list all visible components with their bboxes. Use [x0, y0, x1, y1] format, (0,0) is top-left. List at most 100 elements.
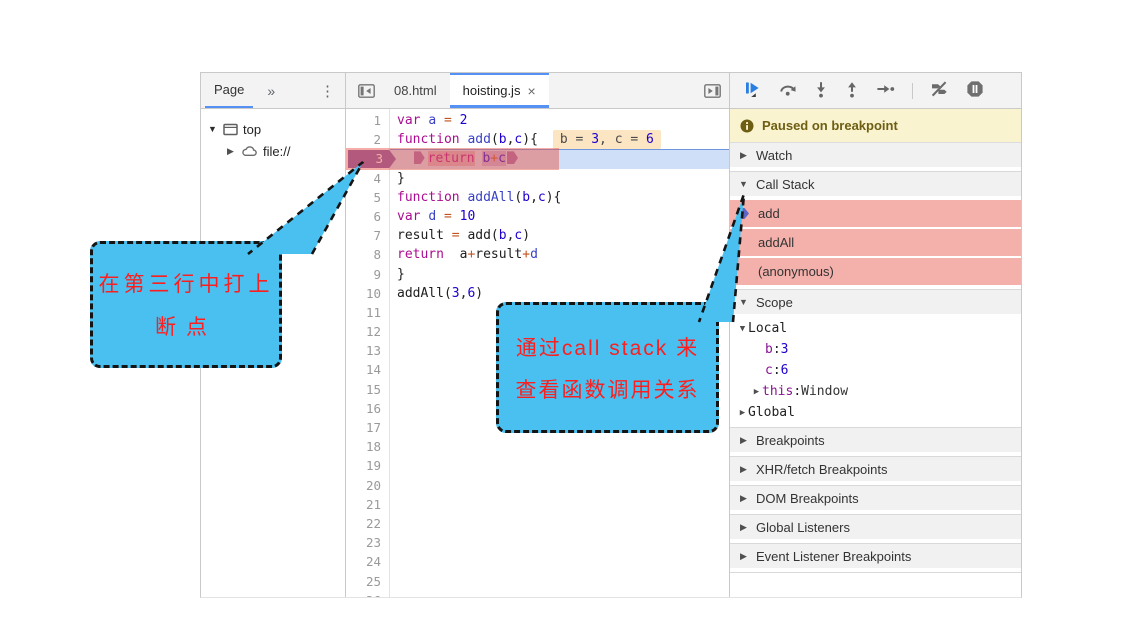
chevron-right-icon: ▶	[738, 464, 749, 475]
code-line: var a = 2	[397, 111, 729, 130]
gutter-line-number[interactable]: 26	[346, 591, 389, 597]
toggle-debugger-icon[interactable]	[704, 84, 721, 98]
section-header[interactable]: ▶DOM Breakpoints	[730, 486, 1021, 510]
scope-group-label: Global	[748, 405, 795, 420]
chevron-right-icon: ▶	[738, 435, 749, 446]
step-into-icon[interactable]	[814, 81, 828, 101]
page-background: Page » ⋮ ▼ top ▶ file://	[0, 0, 1142, 636]
gutter-line-number[interactable]: 14	[346, 360, 389, 379]
section-header[interactable]: ▶Global Listeners	[730, 515, 1021, 539]
execution-marker-icon[interactable]	[507, 151, 518, 164]
gutter-line-number[interactable]: 12	[346, 322, 389, 341]
section-event-listener-breakpoints: ▶Event Listener Breakpoints	[730, 544, 1021, 573]
annotation-callout-breakpoint: 在第三行中打上 断点	[90, 241, 282, 368]
chevron-down-icon: ▼	[738, 179, 749, 189]
gutter-line-number[interactable]: 16	[346, 399, 389, 418]
pause-on-exceptions-icon[interactable]	[966, 80, 984, 101]
gutter-line-number[interactable]: 19	[346, 456, 389, 475]
chevron-right-icon: ▶	[738, 493, 749, 504]
scope-value: Window	[801, 384, 848, 399]
gutter-line-number[interactable]: 4	[346, 169, 389, 188]
gutter-line-number[interactable]: 25	[346, 572, 389, 591]
tree-item-file-label: file://	[263, 144, 290, 159]
gutter-line-number[interactable]: 18	[346, 437, 389, 456]
call-stack-frame[interactable]: (anonymous)	[730, 258, 1021, 285]
section-header[interactable]: ▶Breakpoints	[730, 428, 1021, 452]
gutter-line-number[interactable]: 21	[346, 495, 389, 514]
gutter-line-number[interactable]: 5	[346, 188, 389, 207]
section-label: XHR/fetch Breakpoints	[756, 462, 888, 477]
gutter-line-number[interactable]: 24	[346, 552, 389, 571]
gutter-line-number[interactable]: 15	[346, 380, 389, 399]
section-header[interactable]: ▶Event Listener Breakpoints	[730, 544, 1021, 568]
collapsed-sections: ▶Breakpoints▶XHR/fetch Breakpoints▶DOM B…	[730, 428, 1021, 573]
tab-hoisting-js-label: hoisting.js	[463, 83, 521, 98]
deactivate-breakpoints-icon[interactable]	[930, 81, 949, 100]
annotation-text: 通过call stack 来	[516, 332, 699, 362]
scope-entry[interactable]: ▶this: Window	[730, 381, 1021, 402]
gutter-line-number[interactable]: 23	[346, 533, 389, 552]
chevron-right-icon: ▶	[737, 408, 748, 418]
execution-marker-icon[interactable]	[414, 151, 425, 164]
section-header[interactable]: ▶ XHR/fetch Breakpoints	[730, 457, 1021, 481]
gutter-line-number[interactable]: 20	[346, 476, 389, 495]
step-icon[interactable]	[876, 82, 895, 99]
chevron-right-icon[interactable]: ▶	[225, 146, 236, 157]
gutter-line-number[interactable]: 10	[346, 284, 389, 303]
resume-icon[interactable]	[744, 80, 762, 101]
toolbar-divider	[912, 83, 913, 99]
tab-page-label: Page	[214, 82, 244, 97]
line-number-gutter[interactable]: 1234567891011121314151617181920212223242…	[346, 109, 390, 597]
chevron-down-icon[interactable]: ▼	[207, 124, 218, 134]
gutter-line-number[interactable]: 11	[346, 303, 389, 322]
tree-item-top[interactable]: ▼ top	[201, 118, 345, 140]
paused-banner-text: Paused on breakpoint	[762, 118, 898, 133]
scope-key: b	[765, 342, 773, 357]
chevron-down-icon: ▼	[737, 324, 748, 334]
code-line: }	[397, 265, 729, 284]
tab-page[interactable]: Page	[205, 73, 253, 108]
annotation-text: 断点	[155, 311, 217, 341]
scope-entry[interactable]: b: 3	[730, 339, 1021, 360]
scope-entry[interactable]: c: 6	[730, 360, 1021, 381]
call-stack-frame[interactable]: addAll	[730, 229, 1021, 256]
scope-value: 3	[781, 342, 789, 357]
menu-icon[interactable]: ⋮	[320, 82, 335, 100]
call-stack-frame[interactable]: add	[730, 200, 1021, 227]
section-watch-header[interactable]: ▶ Watch	[730, 143, 1021, 167]
step-out-icon[interactable]	[845, 81, 859, 101]
code-line: return b+c	[397, 149, 729, 168]
file-tree: ▼ top ▶ file://	[201, 109, 345, 162]
gutter-line-number[interactable]: 22	[346, 514, 389, 533]
gutter-line-number[interactable]: 8	[346, 245, 389, 264]
gutter-line-number[interactable]: 9	[346, 265, 389, 284]
code-line: }	[397, 169, 729, 188]
gutter-line-number[interactable]: 1	[346, 111, 389, 130]
section-call-stack-header[interactable]: ▼ Call Stack	[730, 172, 1021, 196]
chevron-right-icon: ▶	[751, 387, 762, 397]
toggle-navigator-icon[interactable]	[358, 84, 375, 98]
more-tabs-icon[interactable]: »	[267, 83, 275, 99]
scope-group-label: Local	[748, 321, 787, 336]
breakpoint-marker[interactable]: 3	[348, 150, 396, 168]
annotation-text: 查看函数调用关系	[516, 374, 700, 404]
tab-08-html[interactable]: 08.html	[381, 73, 450, 108]
section-scope: ▼ Scope ▼Localb: 3c: 6▶this: Window▶Glob…	[730, 290, 1021, 428]
section-watch: ▶ Watch	[730, 143, 1021, 172]
step-over-icon[interactable]	[779, 81, 797, 100]
tab-hoisting-js[interactable]: hoisting.js ×	[450, 73, 549, 108]
cloud-icon	[241, 145, 258, 157]
gutter-line-number[interactable]: 17	[346, 418, 389, 437]
gutter-line-number[interactable]: 13	[346, 341, 389, 360]
tree-item-file[interactable]: ▶ file://	[201, 140, 345, 162]
scope-entry[interactable]: ▶Global	[730, 402, 1021, 423]
gutter-line-number[interactable]: 2	[346, 130, 389, 149]
code-line: return a+result+d	[397, 245, 729, 264]
gutter-line-number[interactable]: 7	[346, 226, 389, 245]
close-icon[interactable]: ×	[527, 83, 535, 99]
editor-tabbar: 08.html hoisting.js ×	[346, 73, 729, 109]
frame-icon	[223, 123, 238, 136]
gutter-line-number[interactable]: 6	[346, 207, 389, 226]
scope-entry[interactable]: ▼Local	[730, 318, 1021, 339]
section-scope-header[interactable]: ▼ Scope	[730, 290, 1021, 314]
